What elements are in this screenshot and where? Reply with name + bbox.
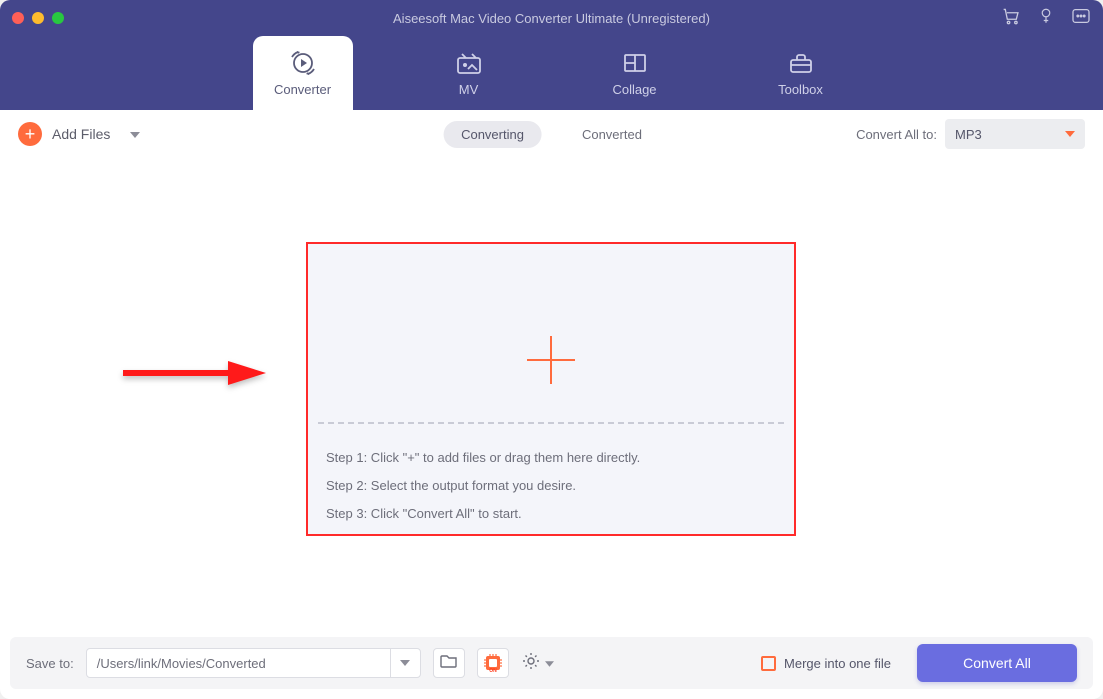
tab-converter[interactable]: Converter (253, 36, 353, 110)
window-title: Aiseesoft Mac Video Converter Ultimate (… (0, 11, 1103, 26)
toolbox-icon (786, 50, 816, 76)
format-value: MP3 (955, 127, 982, 142)
svg-text:ON: ON (489, 668, 497, 674)
save-path-field[interactable]: /Users/link/Movies/Converted (86, 648, 421, 678)
tab-label: Collage (612, 82, 656, 97)
window-controls (12, 12, 64, 24)
tab-converted[interactable]: Converted (564, 121, 660, 148)
tab-label: Converter (274, 82, 331, 97)
key-icon[interactable] (1037, 7, 1055, 30)
cart-icon[interactable] (1001, 7, 1021, 30)
convert-all-label: Convert All (963, 655, 1031, 671)
title-bar: Aiseesoft Mac Video Converter Ultimate (… (0, 0, 1103, 36)
tab-toolbox[interactable]: Toolbox (751, 36, 851, 110)
gpu-chip-icon: ON (482, 652, 504, 674)
save-path-value: /Users/link/Movies/Converted (87, 656, 390, 671)
bottom-bar: Save to: /Users/link/Movies/Converted ON (10, 637, 1093, 689)
drop-zone[interactable]: Step 1: Click "+" to add files or drag t… (306, 242, 796, 536)
app-window: Aiseesoft Mac Video Converter Ultimate (… (0, 0, 1103, 699)
sub-toolbar: + Add Files Converting Converted Convert… (0, 110, 1103, 158)
step-1-text: Step 1: Click "+" to add files or drag t… (326, 444, 640, 472)
converter-icon (288, 50, 318, 76)
merge-label: Merge into one file (784, 656, 891, 671)
checkbox-icon (761, 656, 776, 671)
instructions: Step 1: Click "+" to add files or drag t… (326, 444, 640, 528)
chevron-down-icon (545, 654, 554, 672)
tab-converting[interactable]: Converting (443, 121, 542, 148)
tab-label: Toolbox (778, 82, 823, 97)
content-area: Step 1: Click "+" to add files or drag t… (0, 158, 1103, 628)
status-tabs: Converting Converted (443, 121, 660, 148)
tab-mv[interactable]: MV (419, 36, 519, 110)
convert-all-to-label: Convert All to: (856, 127, 937, 142)
settings-button[interactable] (521, 651, 554, 676)
maximize-window-button[interactable] (52, 12, 64, 24)
step-2-text: Step 2: Select the output format you des… (326, 472, 640, 500)
mv-icon (454, 50, 484, 76)
tab-collage[interactable]: Collage (585, 36, 685, 110)
gpu-acceleration-button[interactable]: ON (477, 648, 509, 678)
open-folder-button[interactable] (433, 648, 465, 678)
menu-icon[interactable] (1071, 8, 1091, 29)
step-3-text: Step 3: Click "Convert All" to start. (326, 500, 640, 528)
annotation-arrow-icon (118, 358, 268, 393)
tab-label: MV (459, 82, 479, 97)
output-format-select[interactable]: MP3 (945, 119, 1085, 149)
add-files-plus-button[interactable] (525, 334, 577, 386)
add-files-label: Add Files (52, 126, 110, 142)
gear-icon (521, 651, 541, 676)
divider (318, 422, 784, 424)
chevron-down-icon[interactable] (130, 125, 140, 143)
save-path-dropdown[interactable] (390, 649, 420, 677)
close-window-button[interactable] (12, 12, 24, 24)
main-nav: Converter MV Collage Toolbox (0, 36, 1103, 110)
save-to-label: Save to: (26, 656, 74, 671)
minimize-window-button[interactable] (32, 12, 44, 24)
convert-all-button[interactable]: Convert All (917, 644, 1077, 682)
add-files-button[interactable]: + Add Files (18, 122, 140, 146)
collage-icon (620, 50, 650, 76)
merge-checkbox[interactable]: Merge into one file (761, 656, 891, 671)
plus-icon: + (18, 122, 42, 146)
folder-icon (440, 653, 458, 673)
dropdown-triangle-icon (1065, 131, 1075, 137)
